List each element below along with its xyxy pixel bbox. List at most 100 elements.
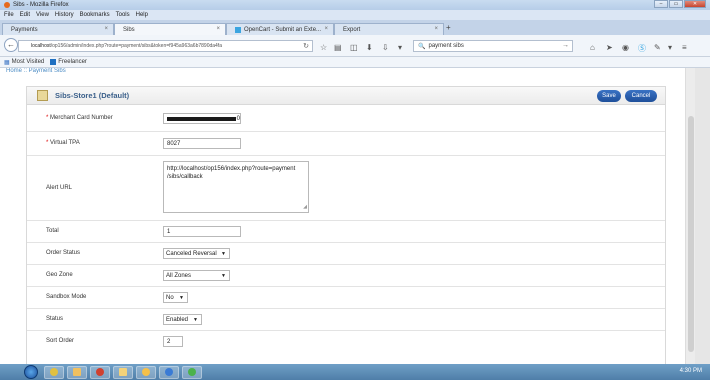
required-mark: * <box>46 115 49 121</box>
virtual-tpa-input[interactable]: 8027 <box>163 138 241 149</box>
menu-history[interactable]: History <box>55 12 74 18</box>
search-icon: 🔍 <box>418 43 426 50</box>
tab-close-icon[interactable]: × <box>216 26 220 32</box>
settings-panel: Sibs-Store1 (Default) Save Cancel * Merc… <box>26 86 666 364</box>
payment-module-icon <box>37 90 48 101</box>
chevron-down-icon: ▼ <box>193 316 198 323</box>
form-row-order-status: Order Status Canceled Reversal ▼ <box>27 243 665 265</box>
taskbar-app-paint[interactable] <box>136 365 156 379</box>
vertical-scrollbar[interactable] <box>685 68 695 364</box>
form-row-virtual-tpa: * Virtual TPA 8027 <box>27 132 665 156</box>
sync-icon[interactable]: ◉ <box>622 43 629 52</box>
back-button[interactable]: ← <box>4 38 18 52</box>
taskbar-app-browser[interactable] <box>159 365 179 379</box>
menu-bookmarks[interactable]: Bookmarks <box>80 12 110 18</box>
form-row-merchant-card: * Merchant Card Number 0 <box>27 106 665 132</box>
tab-sibs[interactable]: Sibs × <box>114 23 226 35</box>
bookmark-star-icon[interactable]: ☆ <box>320 43 327 52</box>
pocket-icon[interactable]: ◫ <box>350 43 358 52</box>
menu-edit[interactable]: Edit <box>20 12 30 18</box>
hamburger-menu-icon[interactable]: ≡ <box>682 43 687 52</box>
window-titlebar: Sibs - Mozilla Firefox – ▭ ✕ <box>0 0 710 10</box>
bookmark-most-visited[interactable]: Most Visited <box>12 59 45 65</box>
resize-grip-icon[interactable]: ◢ <box>303 203 307 211</box>
reload-icon[interactable]: ↻ <box>303 42 309 50</box>
tab-label: Export <box>343 26 361 33</box>
system-clock[interactable]: 4:30 PM <box>680 368 702 374</box>
menu-view[interactable]: View <box>36 12 49 18</box>
address-bar[interactable]: localhost/op156/admin/index.php?route=pa… <box>18 40 313 52</box>
opencart-favicon-icon <box>235 26 241 33</box>
addon-icon[interactable]: ✎ <box>654 43 661 52</box>
search-engine-dropdown-icon[interactable]: ▾ <box>398 43 402 52</box>
url-host: localhost <box>31 43 51 49</box>
chevron-down-icon: ▼ <box>221 272 226 279</box>
breadcrumb[interactable]: Home :: Payment Sibs <box>6 68 66 74</box>
tab-payments[interactable]: Payments × <box>2 23 114 35</box>
maximize-button[interactable]: ▭ <box>669 0 683 8</box>
sort-order-input[interactable]: 2 <box>163 336 183 347</box>
order-status-select[interactable]: Canceled Reversal ▼ <box>163 248 230 259</box>
form-row-geo-zone: Geo Zone All Zones ▼ <box>27 265 665 287</box>
tab-close-icon[interactable]: × <box>104 26 108 32</box>
url-path: /op156/admin/index.php?route=payment/sib… <box>50 43 222 49</box>
required-mark: * <box>46 140 49 146</box>
tab-close-icon[interactable]: × <box>434 26 438 32</box>
sandbox-mode-select[interactable]: No ▼ <box>163 292 188 303</box>
tab-close-icon[interactable]: × <box>324 26 328 32</box>
total-input[interactable]: 1 <box>163 226 241 237</box>
bookmark-freelancer[interactable]: Freelancer <box>58 59 87 65</box>
firefox-taskbar-icon <box>188 368 196 376</box>
taskbar-app-firefox[interactable] <box>182 365 202 379</box>
reading-list-icon[interactable]: ▤ <box>334 43 342 52</box>
window-title: Sibs - Mozilla Firefox <box>13 2 69 8</box>
close-window-button[interactable]: ✕ <box>684 0 706 8</box>
tab-opencart[interactable]: OpenCart - Submit an Exte... × <box>226 23 334 35</box>
geo-zone-select[interactable]: All Zones ▼ <box>163 270 230 281</box>
window-controls: – ▭ ✕ <box>653 0 706 8</box>
send-icon[interactable]: ➤ <box>606 43 613 52</box>
browser-icon <box>165 368 173 376</box>
status-select[interactable]: Enabled ▼ <box>163 314 202 325</box>
start-button[interactable] <box>24 365 38 379</box>
taskbar-app-explorer[interactable] <box>67 365 87 379</box>
chevron-down-icon: ▼ <box>221 250 226 257</box>
page-title: Sibs-Store1 (Default) <box>55 91 130 100</box>
menu-bar: File Edit View History Bookmarks Tools H… <box>0 10 710 20</box>
firefox-icon <box>4 2 10 8</box>
label-status: Status <box>46 316 64 322</box>
skype-icon[interactable]: Ⓢ <box>638 43 646 54</box>
bookmarks-toolbar: ▦ Most Visited Freelancer <box>0 57 710 68</box>
menu-tools[interactable]: Tools <box>116 12 130 18</box>
minimize-button[interactable]: – <box>654 0 668 8</box>
taskbar-app-files[interactable] <box>113 365 133 379</box>
form-row-alert-url: Alert URL http://localhost/op156/index.p… <box>27 156 665 221</box>
scrollbar-thumb[interactable] <box>688 116 694 352</box>
label-total: Total <box>46 228 59 234</box>
navigation-bar: ← localhost/op156/admin/index.php?route=… <box>0 35 710 57</box>
search-input[interactable]: 🔍 payment sibs → <box>413 40 573 52</box>
redacted-value <box>167 116 236 121</box>
new-tab-button[interactable]: + <box>446 23 451 32</box>
cancel-button[interactable]: Cancel <box>625 90 657 102</box>
label-order-status: Order Status <box>46 250 81 256</box>
search-go-icon[interactable]: → <box>562 42 569 49</box>
tab-label: Sibs <box>123 26 135 33</box>
home-icon[interactable]: ⌂ <box>590 43 595 52</box>
overflow-dropdown-icon[interactable]: ▾ <box>668 43 672 52</box>
taskbar-app-chrome[interactable] <box>44 365 64 379</box>
label-merchant-card: Merchant Card Number <box>50 115 113 121</box>
download-icon[interactable]: ⬇ <box>366 43 373 52</box>
download-arrow-icon[interactable]: ⇩ <box>382 43 389 52</box>
media-icon <box>96 368 104 376</box>
window-right-margin <box>695 68 710 364</box>
tab-export[interactable]: Export × <box>334 23 444 35</box>
merchant-card-input[interactable]: 0 <box>163 113 241 124</box>
save-button[interactable]: Save <box>597 90 621 102</box>
taskbar-app-media[interactable] <box>90 365 110 379</box>
label-sandbox-mode: Sandbox Mode <box>46 294 87 300</box>
form-row-sort-order: Sort Order 2 <box>27 331 665 353</box>
menu-file[interactable]: File <box>4 12 14 18</box>
alert-url-textarea[interactable]: http://localhost/op156/index.php?route=p… <box>163 161 309 213</box>
menu-help[interactable]: Help <box>136 12 148 18</box>
